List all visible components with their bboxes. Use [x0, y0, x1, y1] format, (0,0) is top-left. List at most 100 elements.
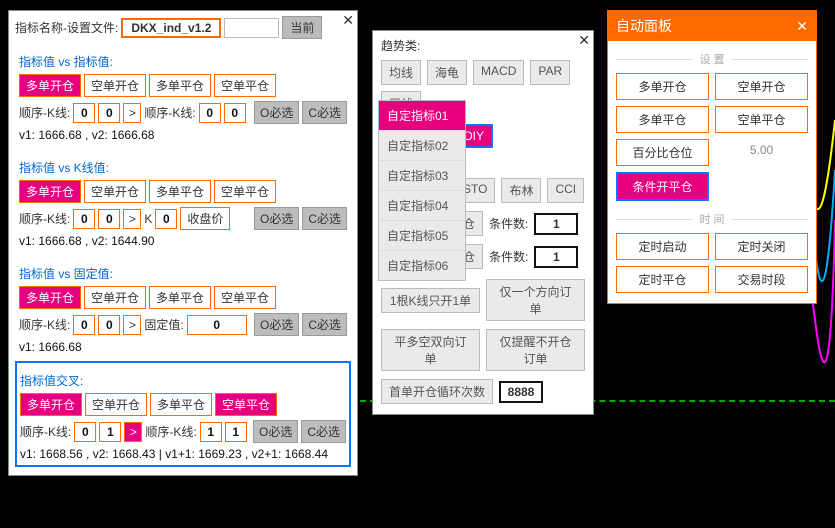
position-btn[interactable]: 空单平仓 [214, 180, 276, 203]
close-icon[interactable]: ✕ [342, 12, 354, 29]
close-icon[interactable]: ✕ [578, 32, 590, 49]
seq1-label: 顺序-K线: [19, 104, 70, 121]
o-required-btn[interactable]: O必选 [254, 207, 299, 230]
auto-panel: 自动面板 ✕ 设 置 多单开仓空单开仓多单平仓空单平仓百分比仓位5.00条件开平… [607, 10, 817, 304]
compare-op[interactable]: > [123, 315, 141, 335]
o-required-btn[interactable]: O必选 [254, 101, 299, 124]
cond-value[interactable]: 1 [534, 213, 578, 235]
auto-panel-btn[interactable]: 百分比仓位 [616, 139, 709, 166]
position-btn[interactable]: 多单开仓 [20, 393, 82, 416]
settings-group-label: 设 置 [616, 51, 808, 67]
order-mode-btn[interactable]: 仅一个方向订单 [486, 279, 585, 321]
seq2-label: 顺序-K线: [145, 423, 196, 440]
order-mode-btn[interactable]: 平多空双向订单 [381, 329, 480, 371]
trend-tag[interactable]: MACD [473, 60, 524, 85]
fixed-val[interactable]: 0 [187, 315, 247, 335]
position-btn[interactable]: 空单开仓 [84, 286, 146, 309]
compare-op[interactable]: > [123, 209, 141, 229]
position-btn[interactable]: 多单开仓 [19, 74, 81, 97]
order-mode-btn[interactable]: 1根K线只开1单 [381, 288, 480, 313]
c-required-btn[interactable]: C必选 [302, 313, 347, 336]
position-btn[interactable]: 多单平仓 [149, 180, 211, 203]
section-3: 指标值交叉:多单开仓空单开仓多单平仓空单平仓顺序-K线:01>顺序-K线:11O… [15, 361, 351, 467]
dropdown-item[interactable]: 自定指标06 [379, 251, 465, 280]
dropdown-item[interactable]: 自定指标02 [379, 131, 465, 161]
fixed-label: 固定值: [144, 316, 183, 333]
values-readout: v1: 1668.56 , v2: 1668.43 | v1+1: 1669.2… [20, 447, 346, 461]
position-btn[interactable]: 空单平仓 [214, 74, 276, 97]
seq1-b[interactable]: 0 [98, 209, 120, 229]
order-mode-btn[interactable]: 仅提醒不开仓订单 [486, 329, 585, 371]
c-required-btn[interactable]: C必选 [302, 207, 347, 230]
position-btn[interactable]: 多单开仓 [19, 286, 81, 309]
trend-tag[interactable]: PAR [530, 60, 570, 85]
position-btn[interactable]: 多单开仓 [19, 180, 81, 203]
position-btn[interactable]: 空单平仓 [215, 393, 277, 416]
section-title: 指标值 vs 指标值: [19, 53, 347, 70]
compare-op[interactable]: > [123, 103, 141, 123]
seq1-b[interactable]: 1 [99, 422, 121, 442]
position-btn[interactable]: 空单开仓 [84, 74, 146, 97]
cond-label: 条件数: [489, 215, 528, 232]
auto-panel-btn[interactable]: 交易时段 [715, 266, 808, 293]
close-price-btn[interactable]: 收盘价 [180, 207, 230, 230]
cond-value[interactable]: 1 [534, 246, 578, 268]
position-btn[interactable]: 空单开仓 [84, 180, 146, 203]
seq1-label: 顺序-K线: [19, 316, 70, 333]
close-icon[interactable]: ✕ [796, 18, 808, 35]
auto-panel-btn[interactable]: 定时启动 [616, 233, 709, 260]
position-btn[interactable]: 多单平仓 [150, 393, 212, 416]
auto-panel-btn[interactable]: 定时关闭 [715, 233, 808, 260]
seq1-a[interactable]: 0 [73, 103, 95, 123]
trend-tag[interactable]: CCI [547, 178, 584, 203]
seq2-b[interactable]: 0 [224, 103, 246, 123]
values-readout: v1: 1666.68 , v2: 1644.90 [19, 234, 347, 248]
trend-tag[interactable]: 布林 [501, 178, 541, 203]
seq1-b[interactable]: 0 [98, 315, 120, 335]
filename-value[interactable]: DKX_ind_v1.2 [121, 18, 221, 38]
position-btn[interactable]: 空单平仓 [214, 286, 276, 309]
dropdown-item[interactable]: 自定指标01 [379, 101, 465, 131]
dropdown-item[interactable]: 自定指标03 [379, 161, 465, 191]
current-button[interactable]: 当前 [282, 16, 322, 39]
k-val[interactable]: 0 [155, 209, 177, 229]
position-btn[interactable]: 空单开仓 [85, 393, 147, 416]
seq2-a[interactable]: 1 [200, 422, 222, 442]
filename-label: 指标名称-设置文件: [15, 19, 118, 36]
seq1-label: 顺序-K线: [19, 210, 70, 227]
dropdown-item[interactable]: 自定指标05 [379, 221, 465, 251]
o-required-btn[interactable]: O必选 [253, 420, 298, 443]
auto-panel-btn[interactable]: 多单平仓 [616, 106, 709, 133]
trend-tag[interactable]: 均线 [381, 60, 421, 85]
trend-tag[interactable]: 海龟 [427, 60, 467, 85]
seq1-a[interactable]: 0 [73, 209, 95, 229]
seq2-b[interactable]: 1 [225, 422, 247, 442]
seq1-a[interactable]: 0 [74, 422, 96, 442]
auto-panel-title: 自动面板 [616, 16, 672, 36]
section-1: 指标值 vs K线值:多单开仓空单开仓多单平仓空单平仓顺序-K线:00>K0收盘… [15, 149, 351, 253]
o-required-btn[interactable]: O必选 [254, 313, 299, 336]
dropdown-item[interactable]: 自定指标04 [379, 191, 465, 221]
seq2-label: 顺序-K线: [144, 104, 195, 121]
seq1-b[interactable]: 0 [98, 103, 120, 123]
loop-value[interactable]: 8888 [499, 381, 543, 403]
values-readout: v1: 1666.68 [19, 340, 347, 354]
auto-panel-btn[interactable]: 定时平仓 [616, 266, 709, 293]
position-btn[interactable]: 多单平仓 [149, 74, 211, 97]
seq1-label: 顺序-K线: [20, 423, 71, 440]
section-2: 指标值 vs 固定值:多单开仓空单开仓多单平仓空单平仓顺序-K线:00>固定值:… [15, 255, 351, 359]
seq2-a[interactable]: 0 [199, 103, 221, 123]
c-required-btn[interactable]: C必选 [302, 101, 347, 124]
compare-op[interactable]: > [124, 422, 142, 442]
c-required-btn[interactable]: C必选 [301, 420, 346, 443]
section-title: 指标值交叉: [20, 372, 346, 389]
loop-label: 首单开仓循环次数 [381, 379, 493, 404]
auto-panel-btn[interactable]: 空单开仓 [715, 73, 808, 100]
auto-panel-btn[interactable]: 空单平仓 [715, 106, 808, 133]
auto-panel-btn: 5.00 [715, 139, 808, 166]
position-btn[interactable]: 多单平仓 [149, 286, 211, 309]
seq1-a[interactable]: 0 [73, 315, 95, 335]
auto-panel-btn[interactable]: 多单开仓 [616, 73, 709, 100]
filename-extra-field[interactable] [224, 18, 279, 38]
auto-panel-btn[interactable]: 条件开平仓 [616, 172, 709, 201]
